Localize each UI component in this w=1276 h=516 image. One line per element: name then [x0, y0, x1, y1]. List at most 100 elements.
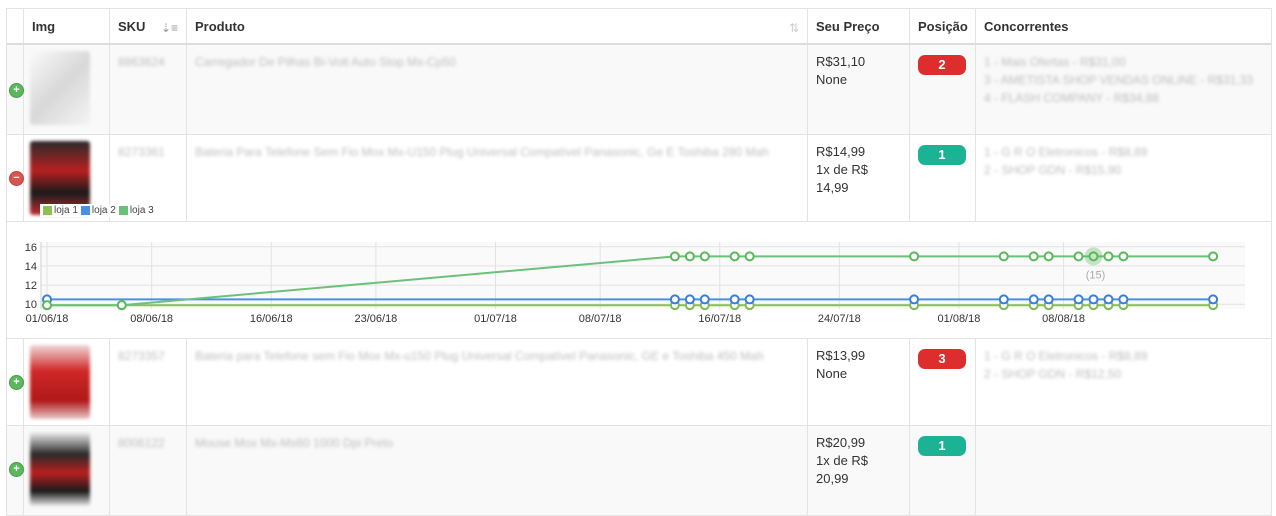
- img-cell: [23, 426, 109, 515]
- sort-icon[interactable]: ⇅: [789, 19, 799, 37]
- competitors-cell: 1 - G R O Eletronicos - R$8,89 2 - SHOP …: [975, 135, 1271, 221]
- data-point-2: [1028, 294, 1039, 305]
- data-point-3: [684, 251, 695, 262]
- competitor-item: 1 - G R O Eletronicos - R$8,89: [984, 349, 1148, 363]
- x-tick-label: 08/08/18: [1042, 313, 1085, 325]
- produto-cell: Bateria Para Telefone Sem Fio Mox Mx-U15…: [186, 135, 807, 221]
- data-point-3: [1043, 251, 1054, 262]
- product-name[interactable]: Carregador De Pilhas Bi-Volt Auto Stop M…: [195, 55, 456, 69]
- data-point-2: [1208, 294, 1219, 305]
- legend-label: loja 1: [54, 205, 78, 216]
- price-history-chart: 10 12 14 16 01/06/18 08/06/18 16/06/18 23/06/18…: [25, 242, 1245, 325]
- data-point-2: [1088, 294, 1099, 305]
- data-point-2: [998, 294, 1009, 305]
- product-name[interactable]: Mouse Mox Mx-Ms60 1000 Dpi Preto: [195, 436, 393, 450]
- competitors-cell: 1 - Mais Ofertas - R$31,00 3 - AMETISTA …: [975, 45, 1271, 134]
- installment-text: None: [816, 366, 848, 381]
- price-value: R$13,99: [816, 348, 866, 363]
- y-tick-label: 10: [25, 299, 37, 311]
- data-point-3: [42, 300, 52, 311]
- product-image: [30, 51, 90, 125]
- data-point-3: [1073, 251, 1084, 262]
- position-badge: 1: [918, 436, 966, 456]
- y-tick-label: 14: [25, 261, 37, 273]
- tooltip-label: (15): [1086, 269, 1106, 281]
- price-value: R$31,10: [816, 54, 866, 69]
- toggle-cell: +: [7, 45, 24, 134]
- competitor-item: 2 - SHOP GDN - R$15,90: [984, 163, 1122, 177]
- data-point-2: [684, 294, 695, 305]
- x-tick-label: 16/06/18: [250, 313, 293, 325]
- produto-cell: Carregador De Pilhas Bi-Volt Auto Stop M…: [186, 45, 807, 134]
- expand-icon[interactable]: +: [9, 83, 24, 98]
- img-cell: [23, 45, 109, 134]
- data-point-3: [744, 251, 755, 262]
- header-concorrentes: Concorrentes: [975, 9, 1271, 43]
- data-point-3: [699, 251, 710, 262]
- sku-cell: 8863624: [109, 45, 186, 134]
- sku-text: 8006122: [118, 436, 165, 450]
- sku-cell: 8006122: [109, 426, 186, 515]
- legend-swatch: [80, 206, 90, 215]
- product-name[interactable]: Bateria para Telefone sem Fio Mox Mx-u15…: [195, 349, 764, 363]
- data-point-2: [909, 294, 920, 305]
- legend-item[interactable]: loja 1: [43, 205, 78, 216]
- img-cell: [23, 339, 109, 425]
- price-value: R$20,99: [816, 435, 866, 450]
- collapse-icon[interactable]: −: [9, 171, 24, 186]
- data-point-2: [699, 294, 710, 305]
- product-image: [30, 432, 90, 506]
- legend-item[interactable]: loja 3: [118, 205, 154, 216]
- sku-text: 8863624: [118, 55, 165, 69]
- data-point-3: [909, 251, 920, 262]
- product-name[interactable]: Bateria Para Telefone Sem Fio Mox Mx-U15…: [195, 145, 769, 159]
- competitors-cell: 1 - G R O Eletronicos - R$8,89 2 - SHOP …: [975, 339, 1271, 425]
- chart-legend: loja 1 loja 2 loja 3: [40, 204, 160, 217]
- data-point-2: [729, 294, 740, 305]
- produto-cell: Bateria para Telefone sem Fio Mox Mx-u15…: [186, 339, 807, 425]
- position-cell: 3: [909, 339, 975, 425]
- data-point-2: [1118, 294, 1129, 305]
- data-point-3: [998, 251, 1009, 262]
- x-tick-label: 23/06/18: [354, 313, 397, 325]
- legend-item[interactable]: loja 2: [80, 205, 116, 216]
- price-history-chart-row: 10 12 14 16 01/06/18 08/06/18 16/06/18 23/06/18…: [7, 222, 1271, 339]
- x-tick-label: 24/07/18: [818, 313, 861, 325]
- legend-swatch: [118, 206, 128, 215]
- position-cell: 2: [909, 45, 975, 134]
- toggle-cell: −: [7, 135, 24, 221]
- table-row: + 8006122 Mouse Mox Mx-Ms60 1000 Dpi Pre…: [7, 426, 1271, 516]
- expand-icon[interactable]: +: [9, 462, 24, 477]
- x-tick-label: 16/07/18: [698, 313, 741, 325]
- table-row: − 8273361 Bateria Para Telefone Sem Fio …: [7, 135, 1271, 222]
- data-point-3: [1208, 251, 1219, 262]
- header-produto-label: Produto: [195, 19, 245, 34]
- hover-highlight: [1084, 247, 1103, 266]
- header-posicao: Posição: [909, 9, 975, 43]
- price-cell: R$14,99 1x de R$ 14,99: [807, 135, 909, 221]
- expand-icon[interactable]: +: [9, 375, 24, 390]
- toggle-cell: +: [7, 339, 24, 425]
- produto-cell: Mouse Mox Mx-Ms60 1000 Dpi Preto: [186, 426, 807, 515]
- header-produto[interactable]: Produto ⇅: [186, 9, 807, 43]
- position-cell: 1: [909, 135, 975, 221]
- competitor-item: 1 - G R O Eletronicos - R$8,89: [984, 145, 1148, 159]
- x-tick-label: 01/06/18: [26, 313, 69, 325]
- legend-swatch: [43, 206, 52, 215]
- competitor-item: 2 - SHOP GDN - R$12,50: [984, 367, 1122, 381]
- header-toggle-col: [7, 9, 23, 43]
- sku-text: 8273357: [118, 349, 165, 363]
- data-point-2: [669, 294, 680, 305]
- header-sku-label: SKU: [118, 19, 146, 34]
- data-point-3: [1118, 251, 1129, 262]
- position-badge: 2: [918, 55, 966, 75]
- competitor-item: 1 - Mais Ofertas - R$31,00: [984, 55, 1126, 69]
- header-sku[interactable]: SKU ⇣≡: [109, 9, 186, 43]
- table-row: + 8863624 Carregador De Pilhas Bi-Volt A…: [7, 45, 1271, 135]
- price-cell: R$13,99 None: [807, 339, 909, 425]
- data-point-3: [729, 251, 740, 262]
- x-tick-label: 08/06/18: [130, 313, 173, 325]
- sort-desc-icon[interactable]: ⇣≡: [161, 19, 178, 37]
- price-cell: R$20,99 1x de R$ 20,99: [807, 426, 909, 515]
- competitors-cell: [975, 426, 1271, 515]
